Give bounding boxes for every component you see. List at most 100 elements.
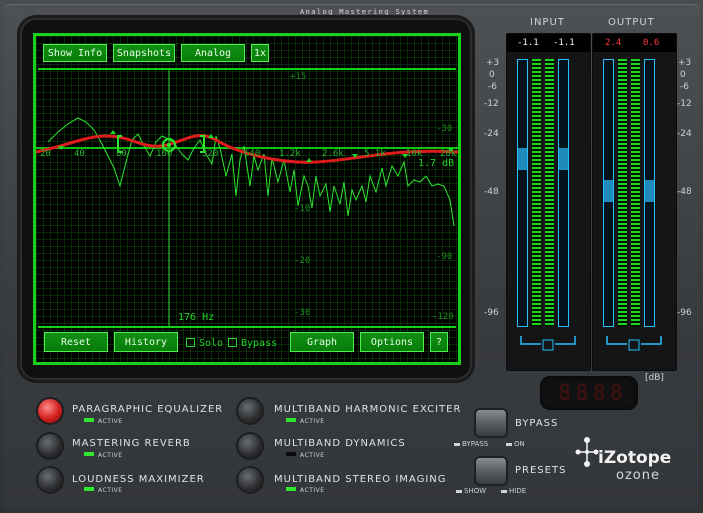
db-label: +15	[290, 72, 307, 82]
freq-label: 2.6k	[322, 149, 344, 159]
module-label: MULTIBAND DYNAMICS	[274, 438, 406, 449]
module-status: ACTIVE	[84, 418, 123, 425]
status-text: ACTIVE	[300, 418, 325, 425]
module-toggle-maximizer[interactable]	[38, 468, 62, 492]
presets-opt2: HIDE	[509, 487, 527, 495]
module-label: MULTIBAND STEREO IMAGING	[274, 474, 447, 485]
led-digits: 8888	[558, 381, 627, 406]
frequency-readout: 176 Hz	[178, 312, 215, 323]
meter-scale-label: -48	[484, 187, 499, 197]
eq-display[interactable]: 20 40 80 160 320 640 1.2k 2.6k 5.1k 10k …	[33, 33, 461, 365]
bypass-button[interactable]	[476, 410, 506, 436]
input-meter-title: INPUT	[530, 17, 565, 28]
output-rms-left	[603, 59, 614, 327]
bypass-opt1: BYPASS	[462, 440, 489, 448]
show-info-button[interactable]: Show Info	[43, 44, 107, 62]
options-button[interactable]: Options	[360, 332, 424, 352]
db-label: -30	[436, 124, 453, 134]
db-label: -90	[436, 252, 453, 262]
bypass-option: ON	[506, 440, 525, 448]
freq-label: 320	[202, 149, 219, 159]
reset-button[interactable]: Reset	[44, 332, 108, 352]
db-label: -10	[294, 204, 311, 214]
checkbox-box	[186, 338, 195, 347]
module-status: ACTIVE	[286, 452, 325, 459]
status-text: ACTIVE	[98, 418, 123, 425]
graph-button[interactable]: Graph	[290, 332, 354, 352]
meter-scale-label: -12	[484, 99, 499, 109]
module-toggle-equalizer[interactable]	[38, 399, 62, 423]
presets-label: PRESETS	[515, 465, 567, 476]
freq-label: 5.1k	[364, 149, 386, 159]
module-status: ACTIVE	[84, 452, 123, 459]
module-status: ACTIVE	[286, 418, 325, 425]
module-label: PARAGRAPHIC EQUALIZER	[72, 404, 224, 415]
eq-grid	[36, 36, 458, 362]
bypass-checkbox[interactable]: Bypass	[228, 338, 277, 349]
meter-scale-label: -6	[488, 82, 497, 92]
analog-button[interactable]: Analog	[181, 44, 245, 62]
bypass-label: BYPASS	[515, 418, 559, 429]
input-rms-left	[517, 59, 528, 327]
output-peak-left: 2.4	[605, 38, 622, 48]
module-status: ACTIVE	[84, 487, 123, 494]
help-button[interactable]: ?	[430, 332, 448, 352]
product-name: ozone	[616, 468, 660, 483]
status-text: ACTIVE	[300, 452, 325, 459]
input-peak-bar-left	[532, 59, 541, 327]
meter-scale-label: -12	[677, 99, 692, 109]
status-text: ACTIVE	[98, 452, 123, 459]
meter-scale-label: 0	[489, 70, 495, 80]
bypass-opt2: ON	[514, 440, 525, 448]
freq-label: 20	[40, 149, 51, 159]
meter-scale-label: +3	[486, 58, 500, 68]
plugin-subtitle: Analog Mastering System	[300, 8, 430, 16]
meter-scale-label: -96	[677, 308, 692, 318]
module-toggle-dynamics[interactable]	[238, 434, 262, 458]
output-peak-bar-right	[631, 59, 640, 327]
output-meter-title: OUTPUT	[608, 17, 655, 28]
checkbox-box	[228, 338, 237, 347]
db-unit-label: [dB]	[645, 373, 664, 383]
presets-button[interactable]	[476, 458, 506, 484]
meter-scale-label: -48	[677, 187, 692, 197]
db-led-display: 8888	[540, 376, 638, 410]
presets-option: HIDE	[501, 487, 526, 495]
bypass-label: Bypass	[241, 338, 278, 349]
solo-label: Solo	[199, 338, 224, 349]
meter-scale-label: 0	[680, 70, 686, 80]
bypass-option: BYPASS	[454, 440, 488, 448]
module-toggle-reverb[interactable]	[38, 434, 62, 458]
input-rms-right	[558, 59, 569, 327]
module-toggle-stereo-imaging[interactable]	[238, 468, 262, 492]
freq-label: 40	[74, 149, 85, 159]
freq-label: 1.2k	[279, 149, 301, 159]
presets-opt1: SHOW	[464, 487, 487, 495]
output-meter[interactable]: 2.4 0.6	[592, 33, 677, 371]
zoom-button[interactable]: 1x	[251, 44, 269, 62]
meter-scale-label: -6	[680, 82, 689, 92]
input-meter[interactable]: -1.1 -1.1	[506, 33, 591, 371]
module-toggle-exciter[interactable]	[238, 399, 262, 423]
status-text: ACTIVE	[98, 487, 123, 494]
presets-option: SHOW	[456, 487, 486, 495]
balance-indicator	[520, 336, 576, 351]
solo-checkbox[interactable]: Solo	[186, 338, 223, 349]
module-label: MASTERING REVERB	[72, 438, 191, 449]
balance-indicator	[606, 336, 662, 351]
input-peak-left: -1.1	[517, 38, 539, 48]
snapshots-button[interactable]: Snapshots	[113, 44, 175, 62]
output-rms-right	[644, 59, 655, 327]
module-label: MULTIBAND HARMONIC EXCITER	[274, 404, 462, 415]
gain-readout: 1.7 dB	[418, 158, 455, 169]
izotope-logo-icon	[575, 437, 599, 467]
meter-scale-label: +3	[678, 58, 692, 68]
output-peak-right: 0.6	[643, 38, 660, 48]
input-peak-bar-right	[545, 59, 554, 327]
history-button[interactable]: History	[114, 332, 178, 352]
db-label: -120	[432, 312, 454, 322]
output-peak-bar-left	[618, 59, 627, 327]
ozone-window: Analog Mastering System 20 40 80 160 320…	[0, 0, 703, 513]
db-label: -30	[294, 308, 311, 318]
brand-name: iZotope	[598, 448, 672, 468]
